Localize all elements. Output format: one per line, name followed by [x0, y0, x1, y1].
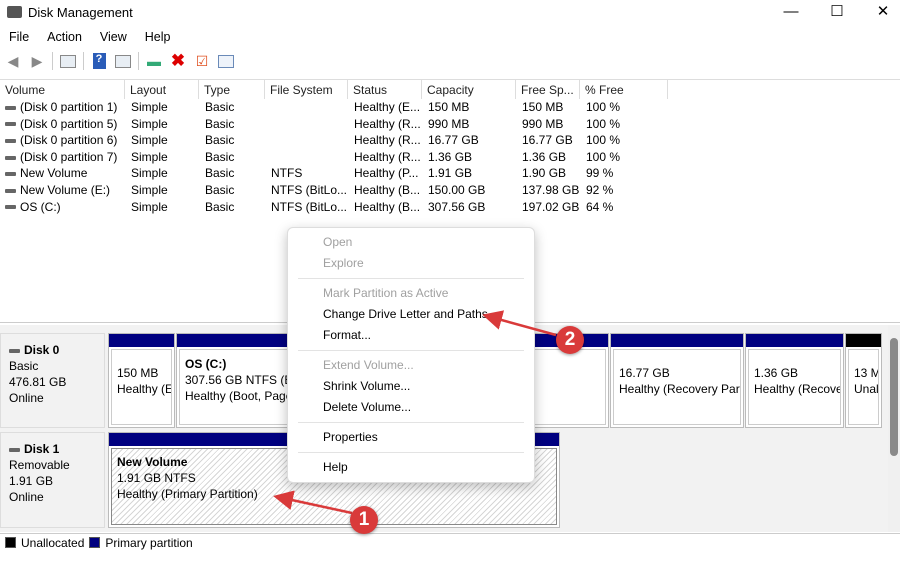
annotation-badge-2: 2 [556, 326, 584, 354]
annotation-badge-1: 1 [350, 506, 378, 534]
annotation-arrow-2 [482, 310, 557, 337]
annotation-arrow-1 [273, 490, 353, 515]
annotation-arrows [273, 310, 557, 515]
